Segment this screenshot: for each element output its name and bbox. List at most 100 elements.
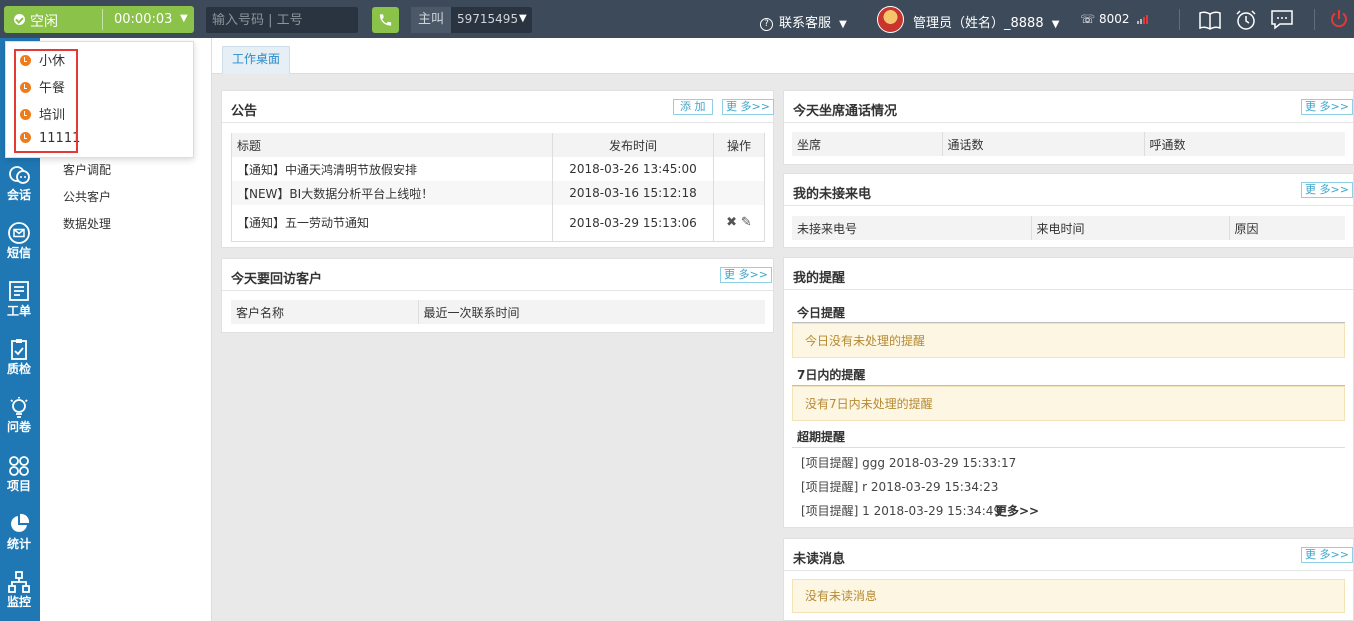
more-announcements-button[interactable]: 更 多>> (722, 99, 774, 115)
signal-icon (1137, 13, 1149, 27)
question-icon: ? (760, 18, 773, 31)
status-option-lunch[interactable]: 午餐 (20, 77, 65, 97)
edit-icon[interactable]: ✎ (741, 215, 752, 230)
announcement-title[interactable]: 【通知】中通天鸿清明节放假安排 (231, 157, 553, 181)
chevron-down-icon: ▼ (1051, 19, 1060, 30)
status-option-label: 培训 (39, 108, 66, 123)
sidebar-item-chat[interactable]: 会话 (0, 164, 40, 220)
sidebar-item-sms[interactable]: 短信 (0, 222, 40, 278)
subnav-item-customer-allocation[interactable]: 客户调配 (63, 161, 111, 178)
dial-number-input[interactable] (206, 7, 358, 33)
chat-icon (9, 166, 30, 184)
agent-status-dropdown: 小休 午餐 培训 11111 (5, 41, 194, 158)
status-option-label: 11111 (39, 131, 81, 146)
sidebar-item-label: 质检 (6, 362, 31, 376)
panel-header: 未读消息 更 多>> (784, 539, 1353, 571)
table-row[interactable]: 【通知】五一劳动节通知 2018-03-29 15:13:06 ✖ ✎ (231, 205, 765, 241)
sidebar-item-stats[interactable]: 统计 (0, 513, 40, 569)
panel-title: 我的未接来电 (793, 187, 872, 202)
table-row[interactable]: 【通知】中通天鸿清明节放假安排 2018-03-26 13:45:00 (231, 157, 765, 181)
status-option-training[interactable]: 培训 (20, 104, 65, 124)
admin-label: 管理员（姓名）_8888 (913, 16, 1044, 31)
announcement-actions (713, 181, 765, 205)
avatar[interactable] (877, 6, 904, 33)
missed-calls-panel: 我的未接来电 更 多>> 未接来电号 来电时间 原因 (783, 173, 1354, 248)
more-missed-calls-button[interactable]: 更 多>> (1301, 182, 1353, 198)
caller-id-selector[interactable]: 主叫 59715495 ▼ (411, 7, 532, 33)
status-option-break[interactable]: 小休 (20, 50, 65, 70)
announcement-actions (713, 157, 765, 181)
column-header: 通话数 (942, 132, 1145, 156)
clock-icon (20, 109, 31, 120)
table-row[interactable]: 【NEW】BI大数据分析平台上线啦！ 2018-03-16 15:12:18 (231, 181, 765, 205)
power-icon[interactable] (1329, 9, 1349, 29)
announcement-title[interactable]: 【通知】五一劳动节通知 (231, 205, 553, 241)
table-header-row: 标题 发布时间 操作 (231, 133, 765, 157)
contact-support-menu[interactable]: ? 联系客服 ▼ (760, 12, 847, 31)
subnav-item-public-customers[interactable]: 公共客户 (63, 188, 111, 205)
message-icon[interactable] (1270, 9, 1294, 31)
chevron-down-icon[interactable]: ▼ (180, 13, 188, 24)
toolbar-divider (1314, 9, 1315, 30)
sidebar-item-label: 统计 (6, 537, 31, 551)
panel-title: 未读消息 (793, 552, 846, 567)
sidebar-item-ticket[interactable]: 工单 (0, 280, 40, 336)
delete-icon[interactable]: ✖ (726, 215, 737, 230)
more-agent-calls-button[interactable]: 更 多>> (1301, 99, 1353, 115)
overdue-reminder-item[interactable]: [项目提醒] ggg 2018-03-29 15:33:17 (801, 454, 1016, 471)
toolbar-divider (1179, 9, 1180, 30)
status-timer: 00:00:03 (114, 12, 173, 27)
help-label: 联系客服 (779, 16, 832, 31)
status-option-label: 午餐 (39, 81, 66, 96)
add-announcement-button[interactable]: 添 加 (673, 99, 713, 115)
sidebar-item-label: 问卷 (6, 420, 31, 434)
overdue-reminder-item[interactable]: [项目提醒] 1 2018-03-29 15:34:49 (801, 502, 1001, 519)
overdue-reminders-heading: 超期提醒 (797, 430, 846, 444)
column-header: 呼通数 (1144, 132, 1345, 156)
tab-workbench[interactable]: 工作桌面 (222, 46, 291, 74)
book-icon[interactable] (1198, 9, 1222, 31)
panel-title: 我的提醒 (793, 271, 846, 286)
extension-status[interactable]: ☏ 8002 (1080, 12, 1149, 27)
column-header: 最近一次联系时间 (418, 300, 765, 324)
sidebar-item-qa[interactable]: 质检 (0, 338, 40, 394)
unread-empty: 没有未读消息 (792, 579, 1345, 613)
chevron-down-icon[interactable]: ▼ (519, 13, 527, 24)
overdue-reminder-item[interactable]: [项目提醒] r 2018-03-29 15:34:23 (801, 478, 998, 495)
more-overdue-link[interactable]: 更多>> (995, 502, 1039, 519)
sidebar-item-survey[interactable]: 问卷 (0, 396, 40, 452)
reminders-panel: 我的提醒 今日提醒 今日没有未处理的提醒 7日内的提醒 没有7日内未处理的提醒 … (783, 257, 1354, 528)
today-reminders-heading: 今日提醒 (797, 306, 846, 320)
caller-number: 59715495 (457, 12, 519, 26)
user-menu[interactable]: 管理员（姓名）_8888 ▼ (913, 12, 1059, 31)
status-option-custom[interactable]: 11111 (20, 131, 80, 151)
status-option-label: 小休 (39, 54, 66, 69)
sidebar-item-monitor[interactable]: 监控 (0, 571, 40, 621)
grid-icon (9, 456, 29, 476)
sidebar-item-project[interactable]: 项目 (0, 455, 40, 511)
sidebar-item-label: 短信 (6, 246, 31, 260)
subnav-item-data-processing[interactable]: 数据处理 (63, 215, 111, 232)
agent-status-selector[interactable]: 空闲 00:00:03 ▼ (4, 6, 194, 33)
column-header: 未接来电号 (792, 216, 1032, 240)
panel-title: 公告 (231, 104, 258, 119)
ticket-icon (9, 281, 29, 301)
clock-icon (20, 55, 31, 66)
panel-title: 今天要回访客户 (231, 272, 323, 287)
missed-calls-table: 未接来电号 来电时间 原因 (792, 216, 1345, 240)
announcement-title[interactable]: 【NEW】BI大数据分析平台上线啦！ (231, 181, 553, 205)
call-button[interactable] (372, 7, 399, 33)
caller-label: 主叫 (411, 7, 451, 33)
unread-messages-panel: 未读消息 更 多>> 没有未读消息 (783, 538, 1354, 621)
chevron-down-icon: ▼ (839, 19, 847, 30)
column-header: 坐席 (792, 132, 943, 156)
more-revisit-button[interactable]: 更 多>> (720, 267, 772, 283)
more-unread-button[interactable]: 更 多>> (1301, 547, 1353, 563)
revisit-customers-panel: 今天要回访客户 更 多>> 客户名称 最近一次联系时间 (221, 258, 774, 333)
mail-icon (8, 222, 30, 244)
alarm-clock-icon[interactable] (1234, 9, 1258, 31)
table-header-row: 坐席 通话数 呼通数 (792, 132, 1345, 156)
top-bar: 空闲 00:00:03 ▼ 主叫 59715495 ▼ ? 联系客服 ▼ 管理员（… (0, 0, 1354, 38)
announcements-table: 标题 发布时间 操作 【通知】中通天鸿清明节放假安排 2018-03-26 13… (231, 133, 765, 242)
desk-phone-icon: ☏ (1080, 12, 1096, 26)
